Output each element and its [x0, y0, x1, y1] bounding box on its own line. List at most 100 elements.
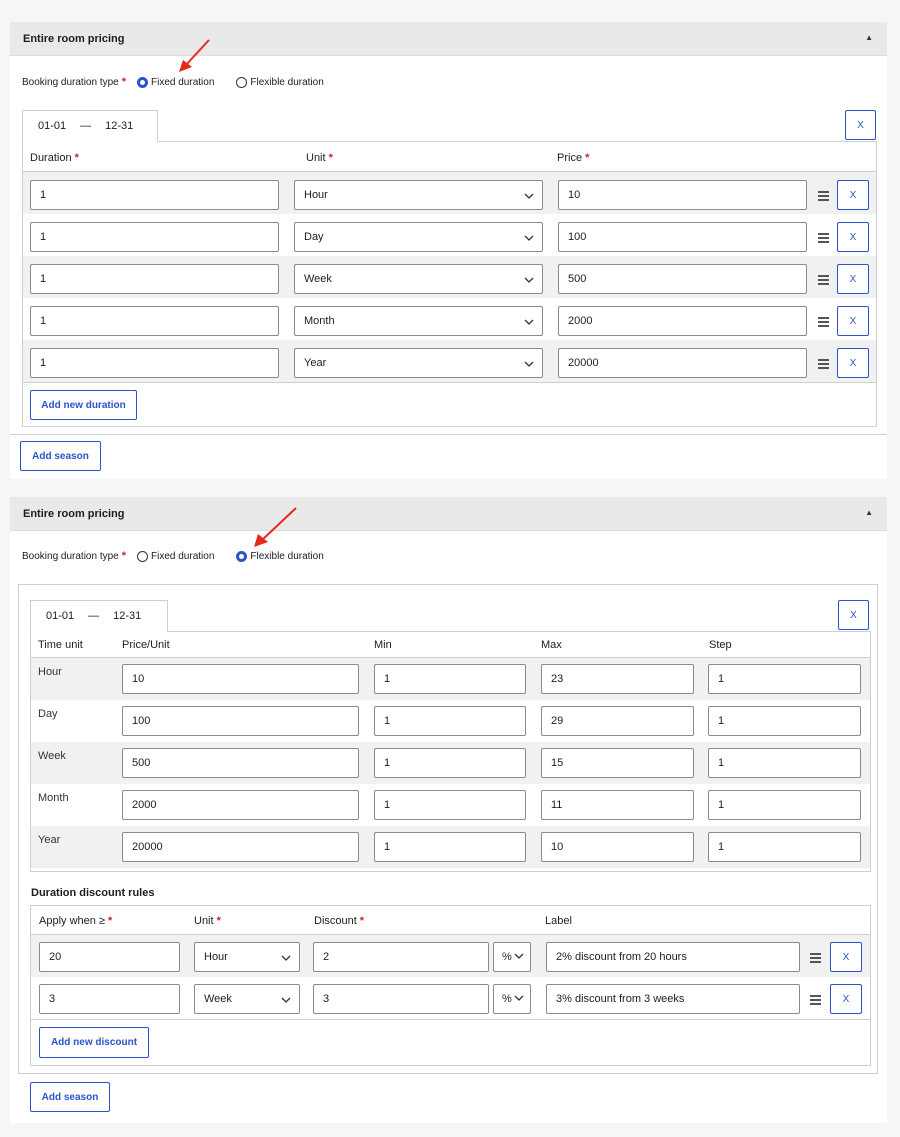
duration-input[interactable]: 1 — [30, 180, 279, 210]
duration-input[interactable]: 1 — [30, 306, 279, 336]
step-input[interactable]: 1 — [708, 748, 861, 778]
min-input[interactable]: 1 — [374, 748, 526, 778]
unit-select[interactable]: Week — [294, 264, 543, 294]
price-input[interactable]: 2000 — [558, 306, 807, 336]
collapse-up-icon[interactable]: ▲ — [865, 33, 873, 42]
radio-checked-icon[interactable] — [236, 550, 248, 562]
season-tab[interactable]: 01-01 — 12-31 — [22, 110, 158, 142]
unit-select[interactable]: Hour — [294, 180, 543, 210]
remove-row-button[interactable]: X — [837, 180, 869, 210]
radio-unchecked-icon[interactable] — [137, 550, 149, 562]
max-input[interactable]: 23 — [541, 664, 694, 694]
season-start: 01-01 — [46, 610, 75, 622]
apply-when-input[interactable]: 3 — [39, 984, 180, 1014]
col-duration: Duration * — [30, 152, 79, 164]
drag-handle-icon[interactable] — [810, 995, 821, 1007]
drag-handle-icon[interactable] — [818, 359, 829, 371]
price-input[interactable]: 100 — [558, 222, 807, 252]
duration-input[interactable]: 1 — [30, 264, 279, 294]
radio-fixed-duration[interactable]: Fixed duration — [137, 76, 214, 88]
min-input[interactable]: 1 — [374, 664, 526, 694]
price-input[interactable]: 10 — [558, 180, 807, 210]
remove-row-button[interactable]: X — [837, 348, 869, 378]
discount-type-select[interactable]: % — [493, 942, 531, 972]
add-season-button[interactable]: Add season — [30, 1082, 110, 1112]
duration-input[interactable]: 1 — [30, 222, 279, 252]
required-mark: * — [121, 550, 127, 562]
drag-handle-icon[interactable] — [818, 317, 829, 329]
panel-header[interactable]: Entire room pricing ▲ — [10, 497, 887, 531]
price-input[interactable]: 500 — [558, 264, 807, 294]
remove-discount-button[interactable]: X — [830, 942, 862, 972]
price-per-unit-input[interactable]: 2000 — [122, 790, 359, 820]
unit-select[interactable]: Day — [294, 222, 543, 252]
duration-input[interactable]: 1 — [30, 348, 279, 378]
add-new-discount-button[interactable]: Add new discount — [39, 1027, 149, 1058]
col-discount: Discount * — [314, 915, 365, 927]
remove-row-button[interactable]: X — [837, 306, 869, 336]
col-label: Label — [545, 915, 572, 927]
discount-input[interactable]: 2 — [313, 942, 489, 972]
add-new-duration-button[interactable]: Add new duration — [30, 390, 137, 420]
pricing-panel-flexible: Entire room pricing ▲ Booking duration t… — [10, 497, 887, 1123]
unit-select-value: Day — [304, 231, 324, 243]
radio-fixed-duration[interactable]: Fixed duration — [137, 550, 214, 562]
min-input[interactable]: 1 — [374, 790, 526, 820]
remove-season-button[interactable]: X — [838, 600, 869, 630]
radio-checked-icon[interactable] — [137, 76, 149, 88]
unit-select-value: Week — [204, 993, 232, 1005]
drag-handle-icon[interactable] — [810, 953, 821, 965]
discount-type-select[interactable]: % — [493, 984, 531, 1014]
discount-table: Apply when ≥ * Unit * Discount * Label 20 Ho… — [30, 905, 871, 1066]
radio-flexible-duration[interactable]: Flexible duration — [236, 550, 324, 562]
price-per-unit-input[interactable]: 500 — [122, 748, 359, 778]
max-input[interactable]: 10 — [541, 832, 694, 862]
remove-discount-button[interactable]: X — [830, 984, 862, 1014]
season-dash: — — [80, 120, 92, 132]
remove-season-button[interactable]: X — [845, 110, 876, 140]
chevron-down-icon — [524, 359, 534, 371]
step-input[interactable]: 1 — [708, 664, 861, 694]
collapse-up-icon[interactable]: ▲ — [865, 508, 873, 517]
add-season-button[interactable]: Add season — [20, 441, 101, 471]
season-dash: — — [88, 610, 100, 622]
min-input[interactable]: 1 — [374, 706, 526, 736]
booking-duration-label: Booking duration type — [22, 76, 119, 88]
remove-row-button[interactable]: X — [837, 222, 869, 252]
drag-handle-icon[interactable] — [818, 191, 829, 203]
max-input[interactable]: 29 — [541, 706, 694, 736]
discount-rules-title: Duration discount rules — [31, 887, 155, 899]
step-input[interactable]: 1 — [708, 790, 861, 820]
col-time-unit: Time unit — [38, 639, 83, 651]
drag-handle-icon[interactable] — [818, 275, 829, 287]
radio-flexible-duration[interactable]: Flexible duration — [236, 76, 324, 88]
season-tab[interactable]: 01-01 — 12-31 — [30, 600, 168, 632]
discount-unit-select[interactable]: Hour — [194, 942, 300, 972]
step-input[interactable]: 1 — [708, 706, 861, 736]
max-input[interactable]: 15 — [541, 748, 694, 778]
discount-label-input[interactable]: 3% discount from 3 weeks — [546, 984, 800, 1014]
unit-select[interactable]: Month — [294, 306, 543, 336]
panel-header[interactable]: Entire room pricing ▲ — [10, 22, 887, 56]
price-per-unit-input[interactable]: 10 — [122, 664, 359, 694]
time-unit-label: Year — [38, 834, 61, 846]
price-per-unit-input[interactable]: 100 — [122, 706, 359, 736]
discount-unit-select[interactable]: Week — [194, 984, 300, 1014]
season-container: 01-01 — 12-31 X Time unit Price/Unit Min… — [18, 584, 878, 1074]
discount-label-input[interactable]: 2% discount from 20 hours — [546, 942, 800, 972]
chevron-down-icon — [524, 233, 534, 245]
drag-handle-icon[interactable] — [818, 233, 829, 245]
step-input[interactable]: 1 — [708, 832, 861, 862]
unit-select-value: Week — [304, 273, 332, 285]
unit-select[interactable]: Year — [294, 348, 543, 378]
min-input[interactable]: 1 — [374, 832, 526, 862]
price-per-unit-input[interactable]: 20000 — [122, 832, 359, 862]
required-mark: * — [121, 76, 127, 88]
max-input[interactable]: 11 — [541, 790, 694, 820]
price-input[interactable]: 20000 — [558, 348, 807, 378]
discount-input[interactable]: 3 — [313, 984, 489, 1014]
radio-unchecked-icon[interactable] — [236, 76, 248, 88]
apply-when-input[interactable]: 20 — [39, 942, 180, 972]
remove-row-button[interactable]: X — [837, 264, 869, 294]
chevron-down-icon — [514, 993, 524, 1005]
